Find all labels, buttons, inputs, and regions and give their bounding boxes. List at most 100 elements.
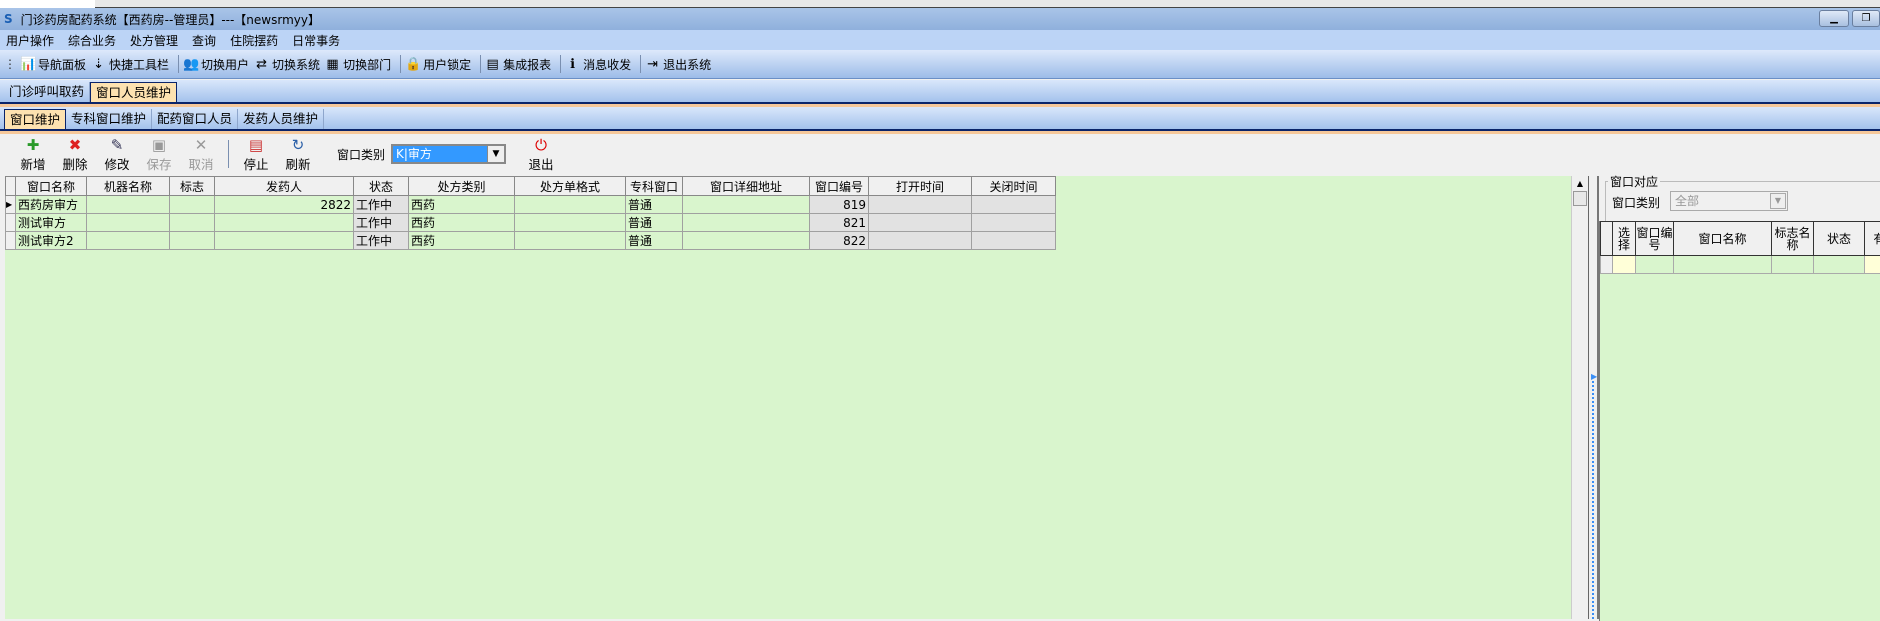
grid-cell[interactable] — [515, 196, 626, 214]
column-header[interactable]: 状态 — [1814, 222, 1865, 256]
scroll-thumb[interactable] — [1573, 191, 1587, 206]
table-row[interactable] — [1601, 256, 1880, 274]
column-header[interactable]: 选择 — [1613, 222, 1636, 256]
column-header[interactable]: 机器名称 — [87, 177, 170, 196]
table-row[interactable]: 测试审方2 工作中西药 普通 822 — [6, 232, 1056, 250]
menu-item[interactable]: 住院摆药 — [230, 32, 278, 49]
toolbar-button[interactable]: ⇥退出系统 — [645, 56, 711, 73]
chevron-down-icon[interactable]: ▼ — [1770, 193, 1786, 209]
grid-cell[interactable] — [869, 232, 972, 250]
table-row[interactable]: 测试审方 工作中西药 普通 821 — [6, 214, 1056, 232]
grid-cell[interactable] — [683, 196, 810, 214]
menu-item[interactable]: 综合业务 — [68, 32, 116, 49]
column-header[interactable]: 窗口详细地址 — [683, 177, 810, 196]
column-header[interactable]: 窗口名称 — [1674, 222, 1772, 256]
grid-cell[interactable]: 工作中 — [354, 232, 409, 250]
grid-cell[interactable]: 西药 — [409, 232, 515, 250]
save-button[interactable]: ▣保存 — [138, 136, 180, 173]
tab-sub[interactable]: 窗口维护 — [4, 109, 66, 129]
grid-cell[interactable] — [683, 232, 810, 250]
grid-cell[interactable]: 测试审方 — [16, 214, 87, 232]
toolbar-button[interactable]: ▦切换部门 — [325, 56, 391, 73]
menu-item[interactable]: 用户操作 — [6, 32, 54, 49]
column-header[interactable]: 处方单格式 — [515, 177, 626, 196]
toolbar-button[interactable]: ℹ消息收发 — [565, 56, 631, 73]
stop-button[interactable]: ▤停止 — [235, 136, 277, 173]
menu-item[interactable]: 日常事务 — [292, 32, 340, 49]
tab-main[interactable]: 门诊呼叫取药 — [4, 82, 90, 102]
toolbar-button[interactable]: ⇄切换系统 — [254, 56, 320, 73]
chevron-down-icon[interactable]: ▼ — [487, 146, 504, 162]
column-header[interactable]: 有 — [1865, 222, 1880, 256]
column-header[interactable]: 状态 — [354, 177, 409, 196]
column-header[interactable]: 关闭时间 — [972, 177, 1056, 196]
grid-cell[interactable] — [869, 196, 972, 214]
grid-cell[interactable] — [972, 232, 1056, 250]
minimize-icon[interactable]: ▁ — [1819, 10, 1849, 27]
tab-sub[interactable]: 发药人员维护 — [238, 109, 324, 129]
toolbar-button[interactable]: 🔒用户锁定 — [405, 56, 471, 73]
grid-cell[interactable] — [972, 196, 1056, 214]
row-header[interactable] — [6, 232, 16, 250]
column-header[interactable]: 处方类别 — [409, 177, 515, 196]
toolbar-button[interactable]: ⇣快捷工具栏 — [91, 56, 169, 73]
exit-button[interactable]: ⏻退出 — [520, 136, 562, 173]
column-header[interactable]: 标志名称 — [1772, 222, 1814, 256]
column-header[interactable]: 窗口名称 — [16, 177, 87, 196]
tab-main[interactable]: 窗口人员维护 — [90, 82, 177, 102]
row-header[interactable]: ▶ — [6, 196, 16, 214]
restore-icon[interactable]: ❐ — [1852, 10, 1880, 27]
column-header[interactable]: 发药人 — [215, 177, 354, 196]
grid-cell[interactable]: 普通 — [626, 214, 683, 232]
row-header[interactable] — [6, 214, 16, 232]
grid-cell[interactable]: 工作中 — [354, 214, 409, 232]
grid-cell[interactable]: 2822 — [215, 196, 354, 214]
grid-cell[interactable] — [515, 214, 626, 232]
grid-cell[interactable] — [170, 196, 215, 214]
refresh-button[interactable]: ↻刷新 — [277, 136, 319, 173]
grid-cell[interactable]: 工作中 — [354, 196, 409, 214]
splitter[interactable]: ▶ — [1588, 176, 1599, 619]
delete-button[interactable]: ✖删除 — [54, 136, 96, 173]
grid-cell[interactable] — [215, 232, 354, 250]
toolbar-button[interactable]: 📊导航面板 — [20, 56, 86, 73]
grid-cell[interactable] — [87, 232, 170, 250]
grid-cell[interactable]: 821 — [810, 214, 869, 232]
grid-cell[interactable]: 819 — [810, 196, 869, 214]
tab-sub[interactable]: 专科窗口维护 — [66, 109, 152, 129]
type-select[interactable]: 全部▼ — [1670, 191, 1788, 211]
grid-cell[interactable]: 普通 — [626, 232, 683, 250]
grid-cell[interactable] — [170, 214, 215, 232]
edit-button[interactable]: ✎修改 — [96, 136, 138, 173]
grid-cell[interactable]: 普通 — [626, 196, 683, 214]
grid-cell[interactable]: 测试审方2 — [16, 232, 87, 250]
grid-cell[interactable] — [87, 196, 170, 214]
scroll-up-icon[interactable]: ▲ — [1572, 179, 1588, 188]
menu-item[interactable]: 处方管理 — [130, 32, 178, 49]
menu-item[interactable]: 查询 — [192, 32, 216, 49]
grid-cell[interactable] — [87, 214, 170, 232]
grid-cell[interactable] — [170, 232, 215, 250]
tab-sub[interactable]: 配药窗口人员 — [152, 109, 238, 129]
toolbar-button[interactable]: 👥切换用户 — [183, 56, 249, 73]
grid-cell[interactable]: 西药房审方 — [16, 196, 87, 214]
grid-cell[interactable]: 西药 — [409, 214, 515, 232]
column-header[interactable]: 窗口编号 — [810, 177, 869, 196]
toolbar-button[interactable]: ▤集成报表 — [485, 56, 551, 73]
grid-cell[interactable] — [515, 232, 626, 250]
grid-cell[interactable] — [869, 214, 972, 232]
column-header[interactable]: 专科窗口 — [626, 177, 683, 196]
table-row[interactable]: ▶西药房审方 2822工作中西药 普通 819 — [6, 196, 1056, 214]
column-header[interactable]: 标志 — [170, 177, 215, 196]
grid-cell[interactable]: 西药 — [409, 196, 515, 214]
grid-scrollbar[interactable]: ▲ — [1571, 176, 1588, 619]
grid-cell[interactable] — [683, 214, 810, 232]
column-header[interactable]: 窗口编号 — [1636, 222, 1674, 256]
grid-cell[interactable] — [972, 214, 1056, 232]
add-button[interactable]: ✚新增 — [12, 136, 54, 173]
cancel-button[interactable]: ✕取消 — [180, 136, 222, 173]
column-header[interactable]: 打开时间 — [869, 177, 972, 196]
grid-cell[interactable]: 822 — [810, 232, 869, 250]
window-type-select[interactable]: K|审方▼ — [391, 144, 506, 164]
grid-cell[interactable] — [215, 214, 354, 232]
